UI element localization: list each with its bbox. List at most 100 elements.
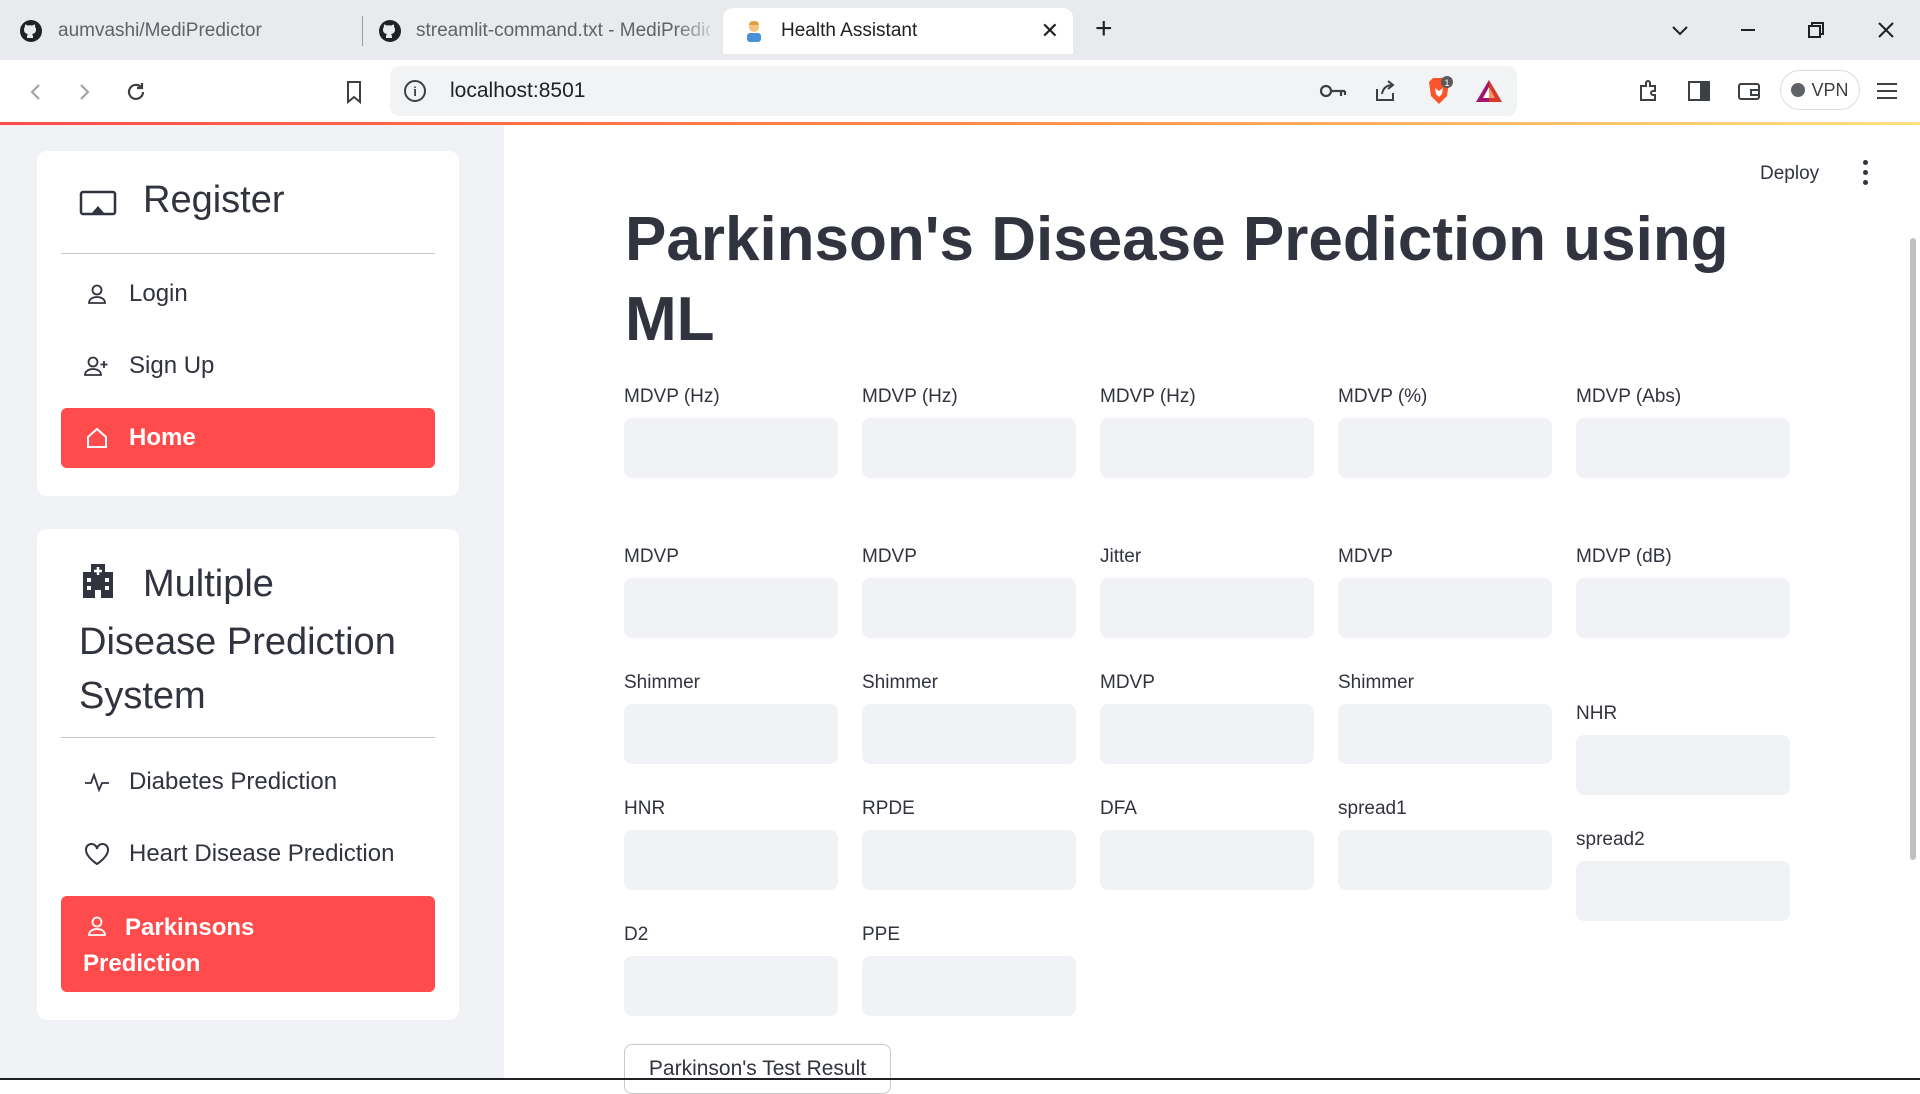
minimize-button[interactable] [1728, 10, 1768, 50]
text-input[interactable] [862, 830, 1076, 890]
deploy-button[interactable]: Deploy [1760, 163, 1819, 185]
browser-menu-icon[interactable] [1870, 74, 1904, 108]
input-field-jitter-ddp: Jitter [1100, 540, 1314, 638]
field-label: MDVP (%) [1338, 386, 1428, 407]
share-icon[interactable] [1368, 74, 1402, 108]
site-info-icon[interactable]: i [404, 80, 426, 102]
text-input[interactable] [862, 418, 1076, 478]
input-field-mdvp-shimmer-db: MDVP (dB) [1576, 540, 1790, 638]
restore-button[interactable] [1796, 10, 1836, 50]
sidebar-item-label: Heart Disease Prediction [129, 840, 395, 867]
person-icon [83, 283, 111, 305]
sidebar-toggle-icon[interactable] [1682, 74, 1716, 108]
sidebar-item-signup[interactable]: Sign Up [61, 336, 435, 396]
scrollbar[interactable] [1910, 238, 1916, 860]
browser-tab-medipredictor[interactable]: aumvashi/MediPredictor [0, 8, 360, 54]
browser-tab-streamlit-command[interactable]: streamlit-command.txt - MediPredict [360, 8, 710, 54]
sidebar-item-diabetes[interactable]: Diabetes Prediction [61, 752, 435, 812]
text-input[interactable] [1338, 578, 1552, 638]
wallet-icon[interactable] [1732, 74, 1766, 108]
field-label: NHR [1576, 703, 1618, 724]
field-label: Shimmer [1338, 672, 1415, 693]
tab-title: Health Assistant [781, 20, 918, 41]
field-label: MDVP [862, 546, 917, 567]
field-label: PPE [862, 924, 901, 945]
browser-toolbar: i localhost:8501 1 VPN [0, 60, 1920, 122]
text-input[interactable] [624, 830, 838, 890]
field-label: MDVP [624, 546, 679, 567]
input-field-dfa: DFA [1100, 792, 1314, 890]
brave-shields-icon[interactable]: 1 [1422, 74, 1456, 108]
new-tab-button[interactable]: + [1095, 12, 1113, 46]
prediction-menu-title-label: Multiple Disease Prediction System [79, 563, 396, 717]
text-input[interactable] [624, 578, 838, 638]
field-label: MDVP (Hz) [1100, 386, 1196, 407]
field-label: DFA [1100, 798, 1137, 819]
sidebar-item-login[interactable]: Login [61, 264, 435, 324]
browser-tab-health-assistant[interactable]: Health Assistant ✕ [723, 8, 1073, 54]
text-input[interactable] [1576, 861, 1790, 921]
tab-title: streamlit-command.txt - MediPredict [416, 20, 710, 41]
forward-button[interactable] [64, 72, 104, 112]
sidebar-item-heart[interactable]: Heart Disease Prediction [61, 824, 435, 884]
heart-icon [83, 842, 111, 866]
text-input[interactable] [1100, 578, 1314, 638]
vpn-button[interactable]: VPN [1780, 70, 1860, 110]
brave-badge-count: 1 [1444, 78, 1449, 88]
vpn-status-icon [1791, 83, 1806, 97]
text-input[interactable] [1100, 418, 1314, 478]
text-input[interactable] [1338, 830, 1552, 890]
field-label: MDVP (dB) [1576, 546, 1672, 567]
hospital-icon [79, 561, 121, 615]
text-input[interactable] [1576, 735, 1790, 795]
reload-button[interactable] [116, 72, 156, 112]
text-input[interactable] [1100, 704, 1314, 764]
text-input[interactable] [624, 704, 838, 764]
text-input[interactable] [862, 578, 1076, 638]
url-text[interactable]: localhost:8501 [450, 79, 585, 103]
close-tab-icon[interactable]: ✕ [1041, 18, 1059, 44]
tab-search-button[interactable] [1660, 10, 1700, 50]
input-field-shimmer-apq3: Shimmer [624, 666, 838, 764]
vpn-label: VPN [1811, 79, 1849, 100]
input-field-spread2: spread2 [1576, 823, 1790, 921]
parkinsons-test-result-button[interactable]: Parkinson's Test Result [624, 1044, 891, 1094]
text-input[interactable] [1576, 418, 1790, 478]
input-field-nhr: NHR [1576, 697, 1790, 795]
sidebar-item-home[interactable]: Home [61, 408, 435, 468]
extensions-icon[interactable] [1632, 74, 1666, 108]
text-input[interactable] [1576, 578, 1790, 638]
input-field-mdvp-flo: MDVP (Hz) [1100, 380, 1314, 478]
back-button[interactable] [16, 72, 56, 112]
input-field-mdvp-apq: MDVP [1100, 666, 1314, 764]
field-label: MDVP (Hz) [862, 386, 958, 407]
text-input[interactable] [1338, 418, 1552, 478]
text-input[interactable] [1100, 830, 1314, 890]
sidebar-item-label-wrap: Parkinsons Prediction [83, 910, 323, 982]
input-field-mdvp-jitter-percent: MDVP (%) [1338, 380, 1552, 478]
brave-rewards-icon[interactable] [1472, 74, 1506, 108]
sidebar-item-label: Sign Up [129, 352, 215, 379]
field-label: RPDE [862, 798, 915, 819]
input-field-spread1: spread1 [1338, 792, 1552, 890]
input-field-mdvp-fhi: MDVP (Hz) [862, 380, 1076, 478]
text-input[interactable] [1338, 704, 1552, 764]
text-input[interactable] [624, 956, 838, 1016]
password-key-icon[interactable] [1316, 74, 1350, 108]
text-input[interactable] [862, 704, 1076, 764]
input-field-shimmer-apq5: Shimmer [862, 666, 1076, 764]
close-window-button[interactable] [1866, 10, 1906, 50]
bookmark-icon[interactable] [334, 72, 374, 112]
person-icon [83, 915, 111, 937]
input-field-d2: D2 [624, 918, 838, 1016]
sidebar-item-parkinsons[interactable]: Parkinsons Prediction [61, 896, 435, 992]
text-input[interactable] [624, 418, 838, 478]
field-label: MDVP [1338, 546, 1393, 567]
text-input[interactable] [862, 956, 1076, 1016]
input-field-shimmer-dda: Shimmer [1338, 666, 1552, 764]
input-field-mdvp-ppq: MDVP [862, 540, 1076, 638]
sidebar: Register Login Sign Up Home Multiple Dis… [0, 125, 504, 1080]
main-menu-kebab-icon[interactable] [1860, 160, 1870, 190]
auth-menu-title: Register [61, 151, 435, 254]
auth-menu-title-text: Register [143, 179, 285, 221]
